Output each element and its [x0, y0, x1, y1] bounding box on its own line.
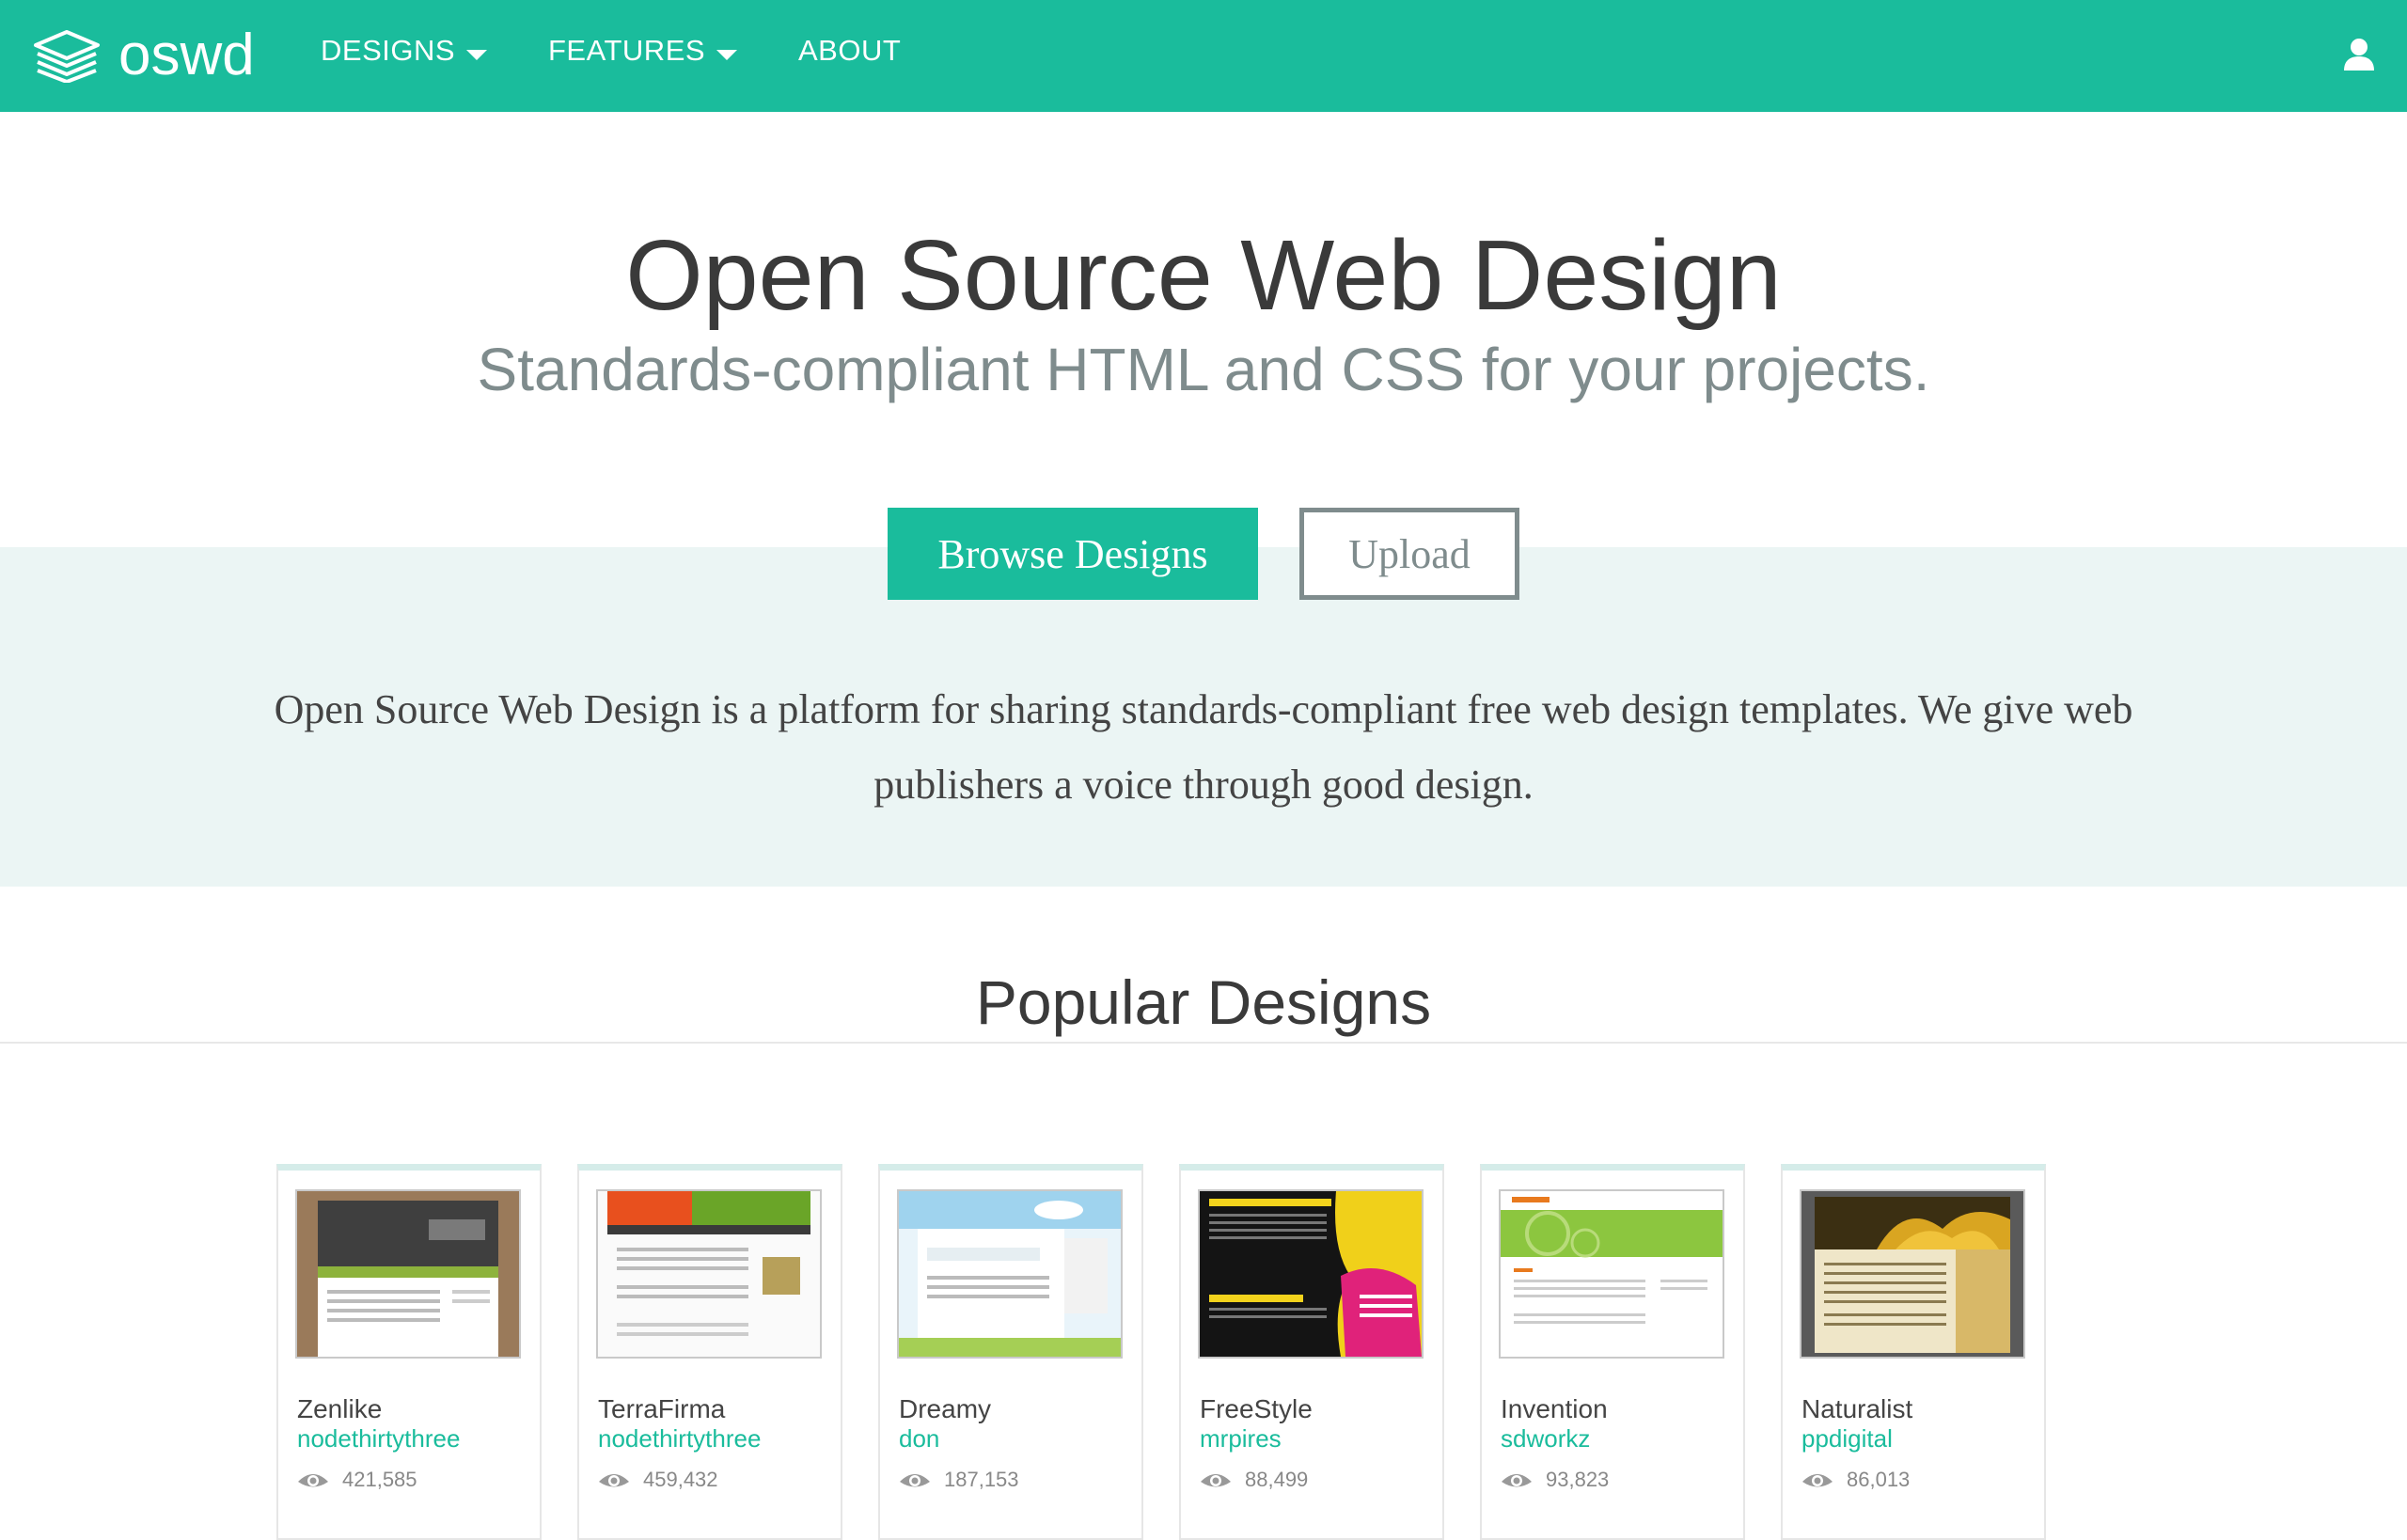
section-divider [0, 1042, 2407, 1044]
eye-icon [1201, 1474, 1231, 1487]
view-count-value: 187,153 [944, 1468, 1019, 1491]
eye-icon [599, 1474, 629, 1487]
caret-down-icon [716, 49, 738, 60]
design-thumbnail[interactable] [1800, 1189, 2025, 1359]
design-card[interactable]: Invention sdworkz 93,823 [1480, 1164, 1745, 1540]
view-count: 421,585 [297, 1468, 417, 1492]
top-navbar: oswd DESIGNS FEATURES ABOUT [0, 0, 2407, 112]
layers-logo-icon [34, 30, 100, 83]
view-count: 93,823 [1501, 1468, 1609, 1492]
popular-designs-title: Popular Designs [975, 967, 1432, 1037]
view-count: 459,432 [598, 1468, 718, 1492]
nav-about-label: ABOUT [798, 34, 902, 67]
nav-features-label: FEATURES [548, 34, 706, 67]
nav-features[interactable]: FEATURES [548, 34, 738, 68]
design-author-link[interactable]: sdworkz [1501, 1424, 1590, 1454]
view-count-value: 459,432 [643, 1468, 718, 1491]
design-author-link[interactable]: nodethirtythree [598, 1424, 761, 1454]
design-name[interactable]: Dreamy [899, 1394, 991, 1424]
design-thumbnail[interactable] [295, 1189, 521, 1359]
design-author-link[interactable]: nodethirtythree [297, 1424, 460, 1454]
design-thumbnail[interactable] [897, 1189, 1123, 1359]
design-card[interactable]: TerraFirma nodethirtythree 459,432 [577, 1164, 842, 1540]
eye-icon [900, 1474, 930, 1487]
design-thumbnail[interactable] [596, 1189, 822, 1359]
caret-down-icon [466, 49, 488, 60]
design-name[interactable]: Zenlike [297, 1394, 382, 1424]
design-name[interactable]: FreeStyle [1200, 1394, 1313, 1424]
design-card[interactable]: FreeStyle mrpires 88,499 [1179, 1164, 1444, 1540]
design-author-link[interactable]: don [899, 1424, 939, 1454]
about-description: Open Source Web Design is a platform for… [274, 686, 2133, 808]
browse-designs-button[interactable]: Browse Designs [888, 508, 1258, 600]
view-count-value: 86,013 [1847, 1468, 1911, 1491]
nav-about[interactable]: ABOUT [798, 34, 901, 68]
hero-subtitle: Standards-compliant HTML and CSS for you… [477, 336, 1930, 403]
design-card[interactable]: Dreamy don 187,153 [878, 1164, 1143, 1540]
view-count: 86,013 [1801, 1468, 1910, 1492]
eye-icon [298, 1474, 328, 1487]
view-count-value: 421,585 [342, 1468, 417, 1491]
upload-button[interactable]: Upload [1299, 508, 1519, 600]
design-thumbnail[interactable] [1499, 1189, 1724, 1359]
design-card[interactable]: Zenlike nodethirtythree 421,585 [276, 1164, 542, 1540]
design-name[interactable]: Naturalist [1801, 1394, 1912, 1424]
eye-icon [1502, 1474, 1532, 1487]
brand-name: oswd [118, 23, 255, 87]
view-count: 187,153 [899, 1468, 1019, 1492]
design-author-link[interactable]: mrpires [1200, 1424, 1282, 1454]
design-name[interactable]: Invention [1501, 1394, 1608, 1424]
design-card[interactable]: Naturalist ppdigital 86,013 [1781, 1164, 2046, 1540]
hero-title: Open Source Web Design [625, 220, 1782, 331]
nav-designs[interactable]: DESIGNS [321, 34, 488, 68]
design-name[interactable]: TerraFirma [598, 1394, 725, 1424]
design-thumbnail[interactable] [1198, 1189, 1424, 1359]
brand-link[interactable]: oswd [32, 26, 255, 85]
user-icon[interactable] [2343, 38, 2375, 71]
nav-designs-label: DESIGNS [321, 34, 456, 67]
eye-icon [1802, 1474, 1833, 1487]
view-count-value: 93,823 [1546, 1468, 1610, 1491]
design-author-link[interactable]: ppdigital [1801, 1424, 1893, 1454]
view-count-value: 88,499 [1245, 1468, 1309, 1491]
view-count: 88,499 [1200, 1468, 1308, 1492]
